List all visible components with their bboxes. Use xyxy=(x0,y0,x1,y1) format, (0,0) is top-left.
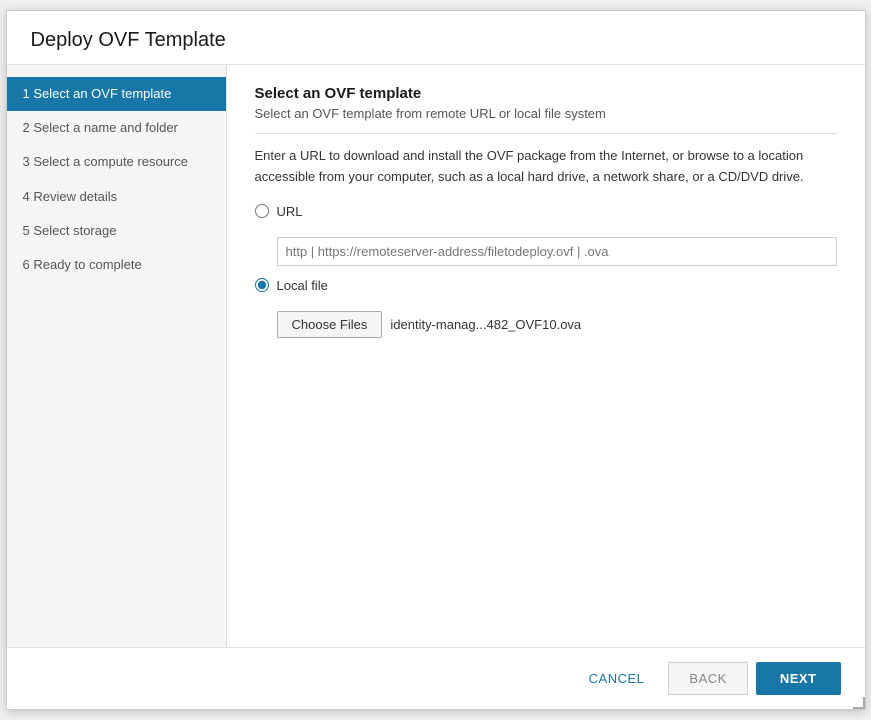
selected-file-name: identity-manag...482_OVF10.ova xyxy=(390,317,581,332)
cancel-button[interactable]: CANCEL xyxy=(573,663,661,694)
main-content: Select an OVF template Select an OVF tem… xyxy=(227,65,865,647)
local-file-row: Choose Files identity-manag...482_OVF10.… xyxy=(277,311,837,338)
url-label[interactable]: URL xyxy=(277,204,303,219)
url-option: URL xyxy=(255,204,837,219)
local-file-option: Local file xyxy=(255,278,837,293)
dialog-title: Deploy OVF Template xyxy=(7,11,865,65)
local-file-radio[interactable] xyxy=(255,278,269,292)
url-radio[interactable] xyxy=(255,204,269,218)
url-input[interactable] xyxy=(277,237,837,266)
local-file-label[interactable]: Local file xyxy=(277,278,328,293)
dialog-body: 1 Select an OVF template 2 Select a name… xyxy=(7,65,865,647)
next-button[interactable]: NEXT xyxy=(756,662,841,695)
resize-handle[interactable] xyxy=(853,697,865,709)
back-button[interactable]: BACK xyxy=(668,662,747,695)
choose-files-button[interactable]: Choose Files xyxy=(277,311,383,338)
sidebar-item-review-details[interactable]: 4 Review details xyxy=(7,180,226,214)
sidebar-item-compute-resource[interactable]: 3 Select a compute resource xyxy=(7,145,226,179)
sidebar: 1 Select an OVF template 2 Select a name… xyxy=(7,65,227,647)
radio-group: URL Local file Choose Files identity-man… xyxy=(255,204,837,338)
sidebar-item-select-ovf[interactable]: 1 Select an OVF template xyxy=(7,77,226,111)
section-subtitle: Select an OVF template from remote URL o… xyxy=(255,106,837,134)
sidebar-item-name-folder[interactable]: 2 Select a name and folder xyxy=(7,111,226,145)
deploy-ovf-dialog: Deploy OVF Template 1 Select an OVF temp… xyxy=(6,10,866,710)
description: Enter a URL to download and install the … xyxy=(255,146,837,188)
sidebar-item-select-storage[interactable]: 5 Select storage xyxy=(7,214,226,248)
sidebar-item-ready-complete[interactable]: 6 Ready to complete xyxy=(7,248,226,282)
section-title: Select an OVF template xyxy=(255,85,837,102)
dialog-footer: CANCEL BACK NEXT xyxy=(7,647,865,709)
